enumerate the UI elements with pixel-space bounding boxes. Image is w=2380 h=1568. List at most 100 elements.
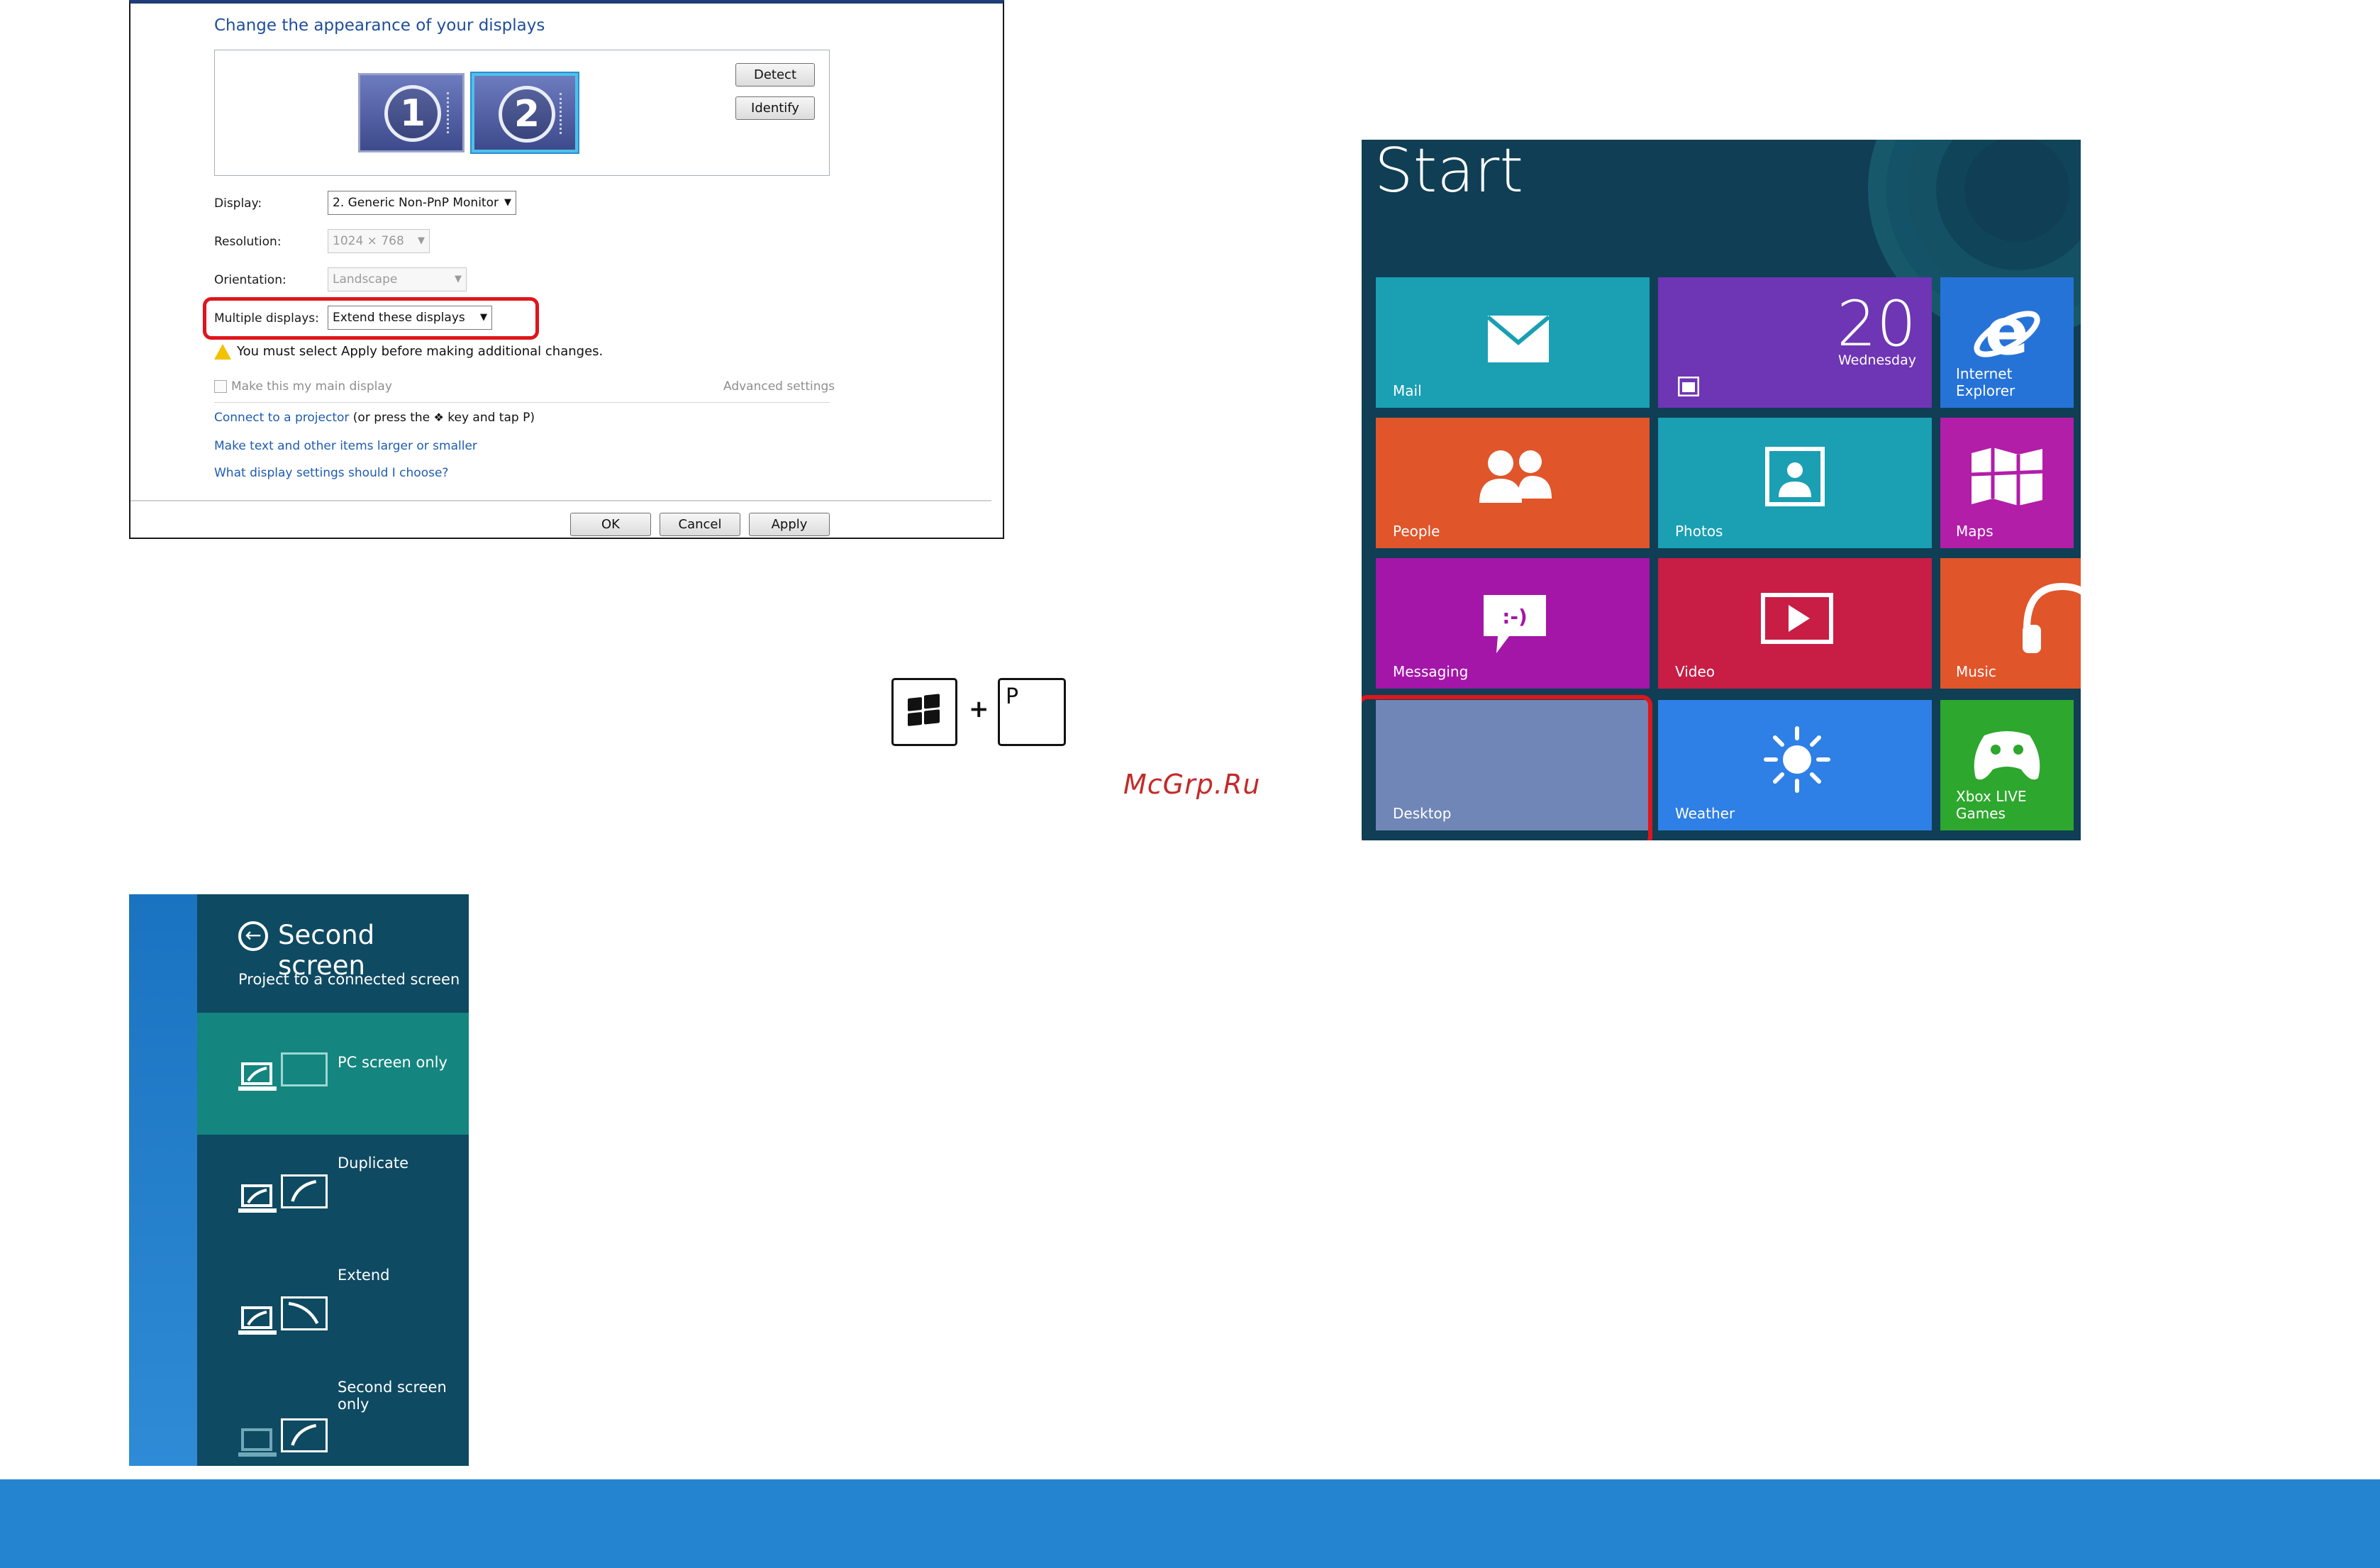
option-extend[interactable]: Extend	[197, 1257, 469, 1379]
cancel-button[interactable]: Cancel	[660, 513, 740, 536]
tile-label: Video	[1675, 663, 1716, 680]
highlight-box	[203, 297, 539, 340]
tile-label: Photos	[1675, 523, 1723, 540]
tile-label: Music	[1956, 663, 1996, 680]
tile-maps[interactable]: Maps	[1940, 418, 2074, 548]
monitor-preview-area: 1 2 Detect Identify	[214, 50, 830, 176]
display-settings-dialog: Change the appearance of your displays 1…	[129, 0, 1004, 539]
orientation-label: Orientation:	[214, 273, 287, 287]
messaging-glyph: :-)	[1502, 605, 1528, 628]
headphones-icon	[2023, 582, 2081, 653]
orientation-select-value: Landscape	[333, 272, 398, 287]
people-icon	[1479, 450, 1552, 503]
monitor-outline-icon	[281, 1052, 328, 1086]
option-second-screen-only[interactable]: Second screen only	[197, 1379, 469, 1466]
start-title: Start	[1374, 140, 1524, 206]
tile-messaging[interactable]: :-) Messaging	[1376, 558, 1650, 689]
calendar-day: 20	[1837, 287, 1916, 360]
maps-icon	[1971, 447, 2043, 506]
warning-icon	[214, 344, 231, 360]
warning-text: You must select Apply before making addi…	[237, 344, 604, 359]
tile-weather[interactable]: Weather	[1658, 700, 1932, 830]
monitor-second-only-icon	[281, 1418, 328, 1452]
advanced-settings-link: Advanced settings	[723, 379, 835, 394]
main-display-label: Make this my main display	[231, 379, 392, 394]
text-size-link[interactable]: Make text and other items larger or smal…	[214, 439, 477, 453]
tile-photos[interactable]: Photos	[1658, 418, 1932, 548]
laptop-icon	[238, 1062, 277, 1091]
mail-icon	[1486, 315, 1550, 362]
warning-message: You must select Apply before making addi…	[214, 344, 603, 360]
tile-internet-explorer[interactable]: e Internet Explorer	[1940, 277, 2074, 408]
dialog-heading: Change the appearance of your displays	[214, 16, 545, 35]
option-pc-screen-only[interactable]: PC screen only	[197, 1013, 469, 1135]
windows-key	[891, 678, 957, 746]
monitor-2-thumbnail[interactable]: 2	[472, 73, 578, 152]
option-duplicate[interactable]: Duplicate	[197, 1135, 469, 1257]
projector-hint-1: (or press the	[349, 411, 434, 425]
monitor-2-number: 2	[499, 86, 555, 143]
divider	[130, 500, 991, 501]
tile-label: Weather	[1675, 805, 1735, 822]
photos-icon	[1765, 447, 1825, 506]
plus-sign: +	[969, 695, 989, 723]
second-screen-panel: ← Second screen Project to a connected s…	[197, 894, 469, 1466]
monitor-stripe-icon	[560, 93, 565, 134]
laptop-icon	[238, 1184, 277, 1213]
option-label: Extend	[338, 1267, 390, 1284]
tile-xbox-live-games[interactable]: Xbox LIVE Games	[1940, 700, 2074, 830]
connect-projector-link[interactable]: Connect to a projector	[214, 411, 349, 425]
display-help-link[interactable]: What display settings should I choose?	[214, 466, 448, 480]
tile-label: Messaging	[1393, 663, 1469, 680]
svg-text:e: e	[1985, 299, 2029, 369]
main-display-checkbox: Make this my main display	[214, 379, 392, 394]
messaging-icon: :-)	[1484, 595, 1546, 653]
pane-subtitle: Project to a connected screen	[238, 971, 460, 988]
monitor-duplicate-icon	[281, 1174, 328, 1208]
back-arrow-icon[interactable]: ←	[238, 921, 268, 951]
tile-calendar[interactable]: 20 Wednesday	[1658, 277, 1932, 408]
tile-label: Maps	[1956, 523, 1993, 540]
option-label: Second screen only	[338, 1379, 447, 1413]
tile-mail[interactable]: Mail	[1376, 277, 1650, 408]
monitor-stripe-icon	[447, 92, 452, 133]
internet-explorer-icon: e	[1974, 299, 2040, 369]
resolution-select: 1024 × 768 ▼	[328, 229, 430, 253]
display-select[interactable]: 2. Generic Non-PnP Monitor ▼	[328, 191, 516, 215]
apply-button[interactable]: Apply	[749, 513, 830, 536]
chevron-down-icon: ▼	[455, 274, 462, 284]
identify-button[interactable]: Identify	[735, 96, 815, 120]
tile-label: Internet Explorer	[1956, 365, 2015, 399]
monitor-extend-icon	[281, 1296, 328, 1330]
monitor-1-thumbnail[interactable]: 1	[358, 73, 465, 152]
tile-video[interactable]: Video	[1658, 558, 1932, 689]
chevron-down-icon: ▼	[418, 235, 425, 246]
footer-bar	[0, 1479, 2380, 1568]
p-key: P	[998, 678, 1066, 746]
tile-people[interactable]: People	[1376, 418, 1650, 548]
sun-icon	[1764, 726, 1830, 793]
calendar-weekday: Wednesday	[1837, 352, 1916, 368]
orientation-select: Landscape ▼	[328, 267, 467, 291]
option-label: Duplicate	[338, 1155, 409, 1172]
calendar-icon	[1678, 377, 1699, 396]
display-label: Display:	[214, 196, 262, 211]
watermark: McGrp.Ru	[1123, 769, 1261, 800]
divider	[214, 402, 830, 403]
tile-label: People	[1393, 523, 1440, 540]
windows-logo-icon	[908, 694, 940, 726]
laptop-icon	[238, 1306, 277, 1335]
option-label: PC screen only	[338, 1054, 447, 1071]
checkbox-icon	[214, 380, 227, 393]
second-screen-pane: ← Second screen Project to a connected s…	[129, 894, 469, 1466]
ok-button[interactable]: OK	[570, 513, 651, 536]
tile-music[interactable]: Music	[1940, 558, 2081, 689]
laptop-icon	[238, 1428, 277, 1457]
play-icon	[1761, 593, 1833, 644]
highlight-box	[1362, 695, 1652, 840]
monitor-1-number: 1	[384, 85, 441, 142]
detect-button[interactable]: Detect	[735, 63, 815, 87]
desktop-edge	[129, 894, 197, 1466]
start-screen: Start Mail 20 Wednesday e Internet Explo…	[1362, 140, 2081, 840]
tile-label: Mail	[1393, 382, 1422, 399]
